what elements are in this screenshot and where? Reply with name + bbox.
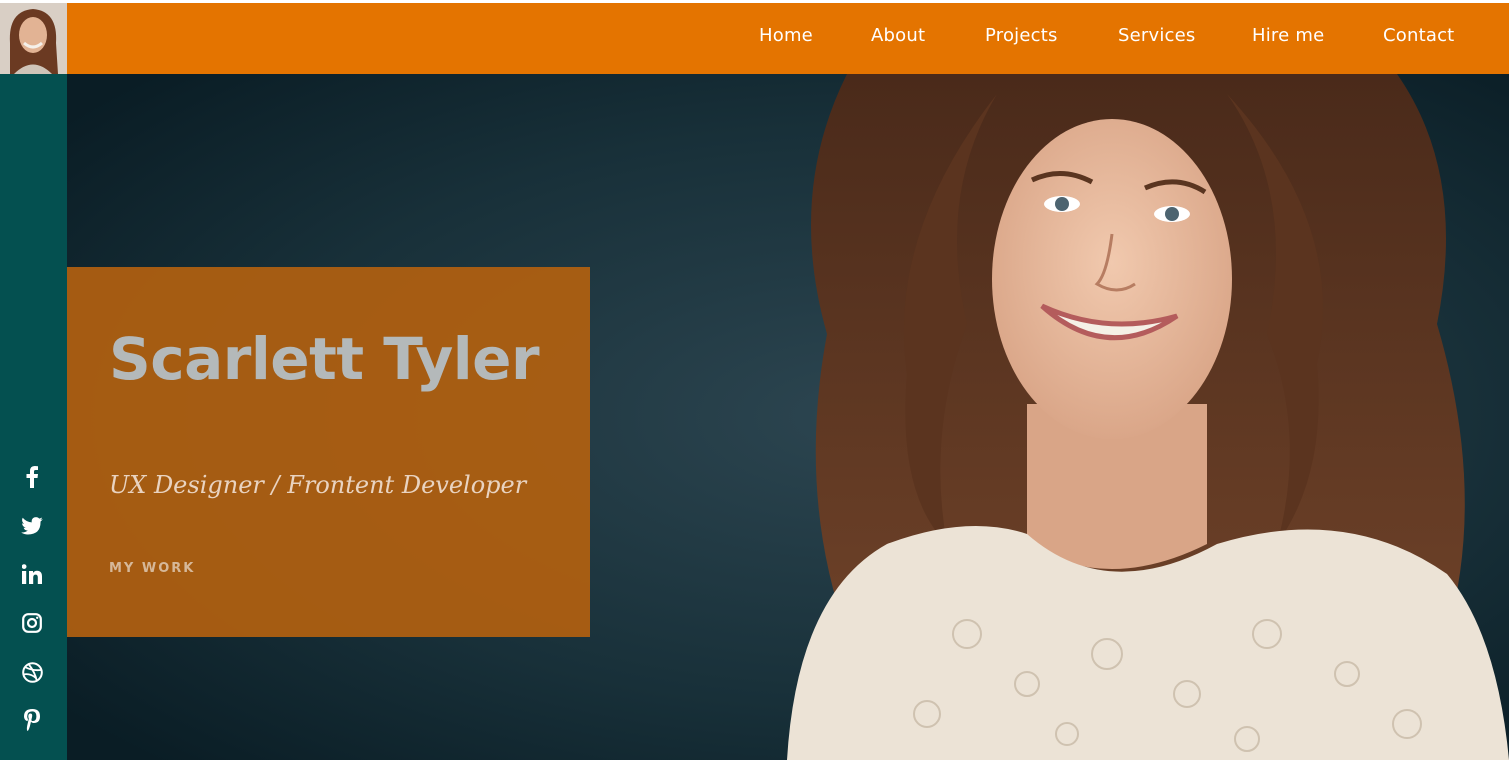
nav-link-services[interactable]: Services bbox=[1118, 25, 1196, 46]
nav-link-hire-me[interactable]: Hire me bbox=[1252, 25, 1324, 46]
nav-link-about[interactable]: About bbox=[871, 25, 925, 46]
facebook-icon[interactable] bbox=[16, 461, 48, 493]
my-work-link[interactable]: MY WORK bbox=[109, 561, 195, 576]
avatar-portrait bbox=[0, 3, 67, 74]
hero-name: Scarlett Tyler bbox=[109, 325, 540, 393]
avatar[interactable] bbox=[0, 3, 67, 74]
pinterest-icon[interactable] bbox=[16, 704, 48, 736]
twitter-icon[interactable] bbox=[16, 510, 48, 542]
hero-role: UX Designer / Frontent Developer bbox=[109, 471, 527, 499]
intro-card: Scarlett Tyler UX Designer / Frontent De… bbox=[67, 267, 590, 637]
linkedin-icon[interactable] bbox=[16, 558, 48, 590]
instagram-icon[interactable] bbox=[16, 607, 48, 639]
nav-link-home[interactable]: Home bbox=[759, 25, 813, 46]
nav-link-contact[interactable]: Contact bbox=[1383, 25, 1454, 46]
dribbble-icon[interactable] bbox=[16, 656, 48, 688]
main-nav: Home About Projects Services Hire me Con… bbox=[67, 3, 1509, 74]
nav-link-projects[interactable]: Projects bbox=[985, 25, 1058, 46]
